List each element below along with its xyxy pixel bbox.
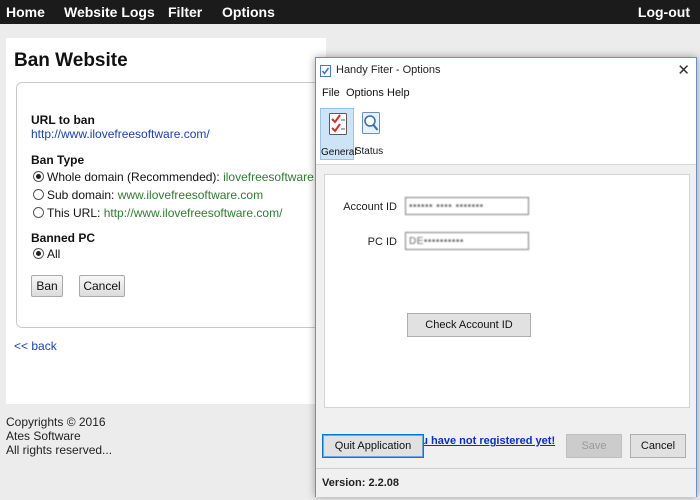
banned-pc-option-all[interactable]: All	[33, 247, 60, 261]
dialog-cancel-button[interactable]: Cancel	[630, 434, 686, 458]
app-icon	[320, 65, 331, 77]
tab-general-label: General	[321, 147, 357, 158]
dialog-menubar: File Options Help	[316, 84, 696, 104]
footer-rights: All rights reserved...	[6, 443, 113, 457]
account-id-label: Account ID	[343, 201, 397, 213]
pc-id-field[interactable]: DE••••••••••	[405, 232, 529, 250]
ban-button[interactable]: Ban	[31, 275, 63, 297]
back-link[interactable]: << back	[14, 339, 57, 353]
menu-options[interactable]: Options	[346, 87, 384, 99]
nav-logout[interactable]: Log-out	[638, 0, 690, 24]
radio-this-url[interactable]	[33, 207, 44, 218]
ban-type-label: Ban Type	[31, 153, 85, 167]
footer-copyright: Copyrights © 2016	[6, 415, 106, 429]
radio-sub-domain[interactable]	[33, 189, 44, 200]
tab-status[interactable]: Status	[354, 108, 384, 158]
nav-filter[interactable]: Filter	[168, 0, 202, 24]
url-value[interactable]: http://www.ilovefreesoftware.com/	[31, 127, 210, 141]
tab-general[interactable]: General	[320, 108, 357, 160]
menu-file[interactable]: File	[322, 87, 340, 99]
version-text: Version: 2.2.08	[322, 477, 400, 489]
radio-whole-domain[interactable]	[33, 171, 44, 182]
ban-option-whole-domain[interactable]: Whole domain (Recommended): ilovefreesof…	[33, 170, 340, 184]
quit-application-button[interactable]: Quit Application	[322, 434, 424, 458]
page-title: Ban Website	[14, 50, 128, 71]
dialog-title: Handy Fiter - Options	[336, 64, 441, 76]
pc-id-label: PC ID	[367, 236, 397, 248]
banned-pc-label: Banned PC	[31, 231, 96, 245]
general-panel: Account ID •••••• •••• ••••••• PC ID DE•…	[324, 174, 690, 447]
ban-form: URL to ban http://www.ilovefreesoftware.…	[16, 82, 340, 328]
check-account-id-button[interactable]: Check Account ID	[407, 313, 531, 337]
dialog-toolbar: General Status	[316, 104, 696, 165]
checklist-icon	[329, 113, 347, 135]
options-dialog: Handy Fiter - Options ✕ File Options Hel…	[315, 57, 697, 497]
account-id-field[interactable]: •••••• •••• •••••••	[405, 197, 529, 215]
magnifier-icon	[362, 112, 380, 134]
nav-options[interactable]: Options	[222, 0, 275, 24]
top-nav-bar: Home Website Logs Filter Options Log-out	[0, 0, 700, 24]
radio-all-pc[interactable]	[33, 248, 44, 259]
dialog-status-bar: Version: 2.2.08	[316, 468, 696, 497]
tab-status-label: Status	[354, 146, 384, 157]
close-icon[interactable]: ✕	[677, 61, 690, 79]
dialog-titlebar[interactable]: Handy Fiter - Options ✕	[316, 58, 696, 84]
ban-option-this-url[interactable]: This URL: http://www.ilovefreesoftware.c…	[33, 206, 282, 220]
url-label: URL to ban	[31, 113, 95, 127]
ban-option-sub-domain[interactable]: Sub domain: www.ilovefreesoftware.com	[33, 188, 263, 202]
nav-website-logs[interactable]: Website Logs	[64, 0, 155, 24]
menu-help[interactable]: Help	[387, 87, 410, 99]
nav-home[interactable]: Home	[6, 0, 45, 24]
save-button[interactable]: Save	[566, 434, 622, 458]
cancel-button[interactable]: Cancel	[79, 275, 125, 297]
footer-company: Ates Software	[6, 429, 81, 443]
